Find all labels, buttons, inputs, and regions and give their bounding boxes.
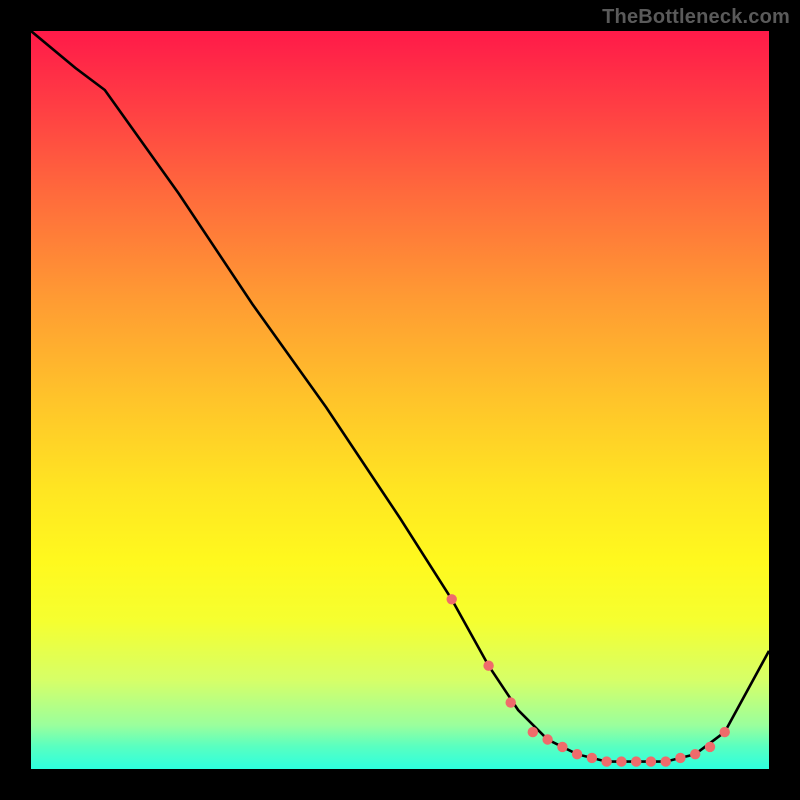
curve-line bbox=[31, 31, 769, 762]
curve-marker bbox=[557, 742, 567, 752]
curve-marker bbox=[616, 756, 626, 766]
curve-marker bbox=[587, 753, 597, 763]
plot-area bbox=[31, 31, 769, 769]
curve-line-group bbox=[31, 31, 769, 762]
curve-marker bbox=[720, 727, 730, 737]
watermark-text: TheBottleneck.com bbox=[602, 6, 790, 29]
curve-marker bbox=[572, 749, 582, 759]
curve-marker bbox=[483, 661, 493, 671]
curve-marker bbox=[601, 756, 611, 766]
curve-marker bbox=[447, 594, 457, 604]
curve-marker bbox=[631, 756, 641, 766]
curve-svg bbox=[31, 31, 769, 769]
chart-frame: TheBottleneck.com bbox=[0, 0, 800, 800]
curve-marker bbox=[542, 734, 552, 744]
curve-marker bbox=[506, 697, 516, 707]
curve-marker bbox=[661, 756, 671, 766]
marker-group bbox=[447, 594, 730, 767]
curve-marker bbox=[675, 753, 685, 763]
curve-marker bbox=[705, 742, 715, 752]
curve-marker bbox=[646, 756, 656, 766]
curve-marker bbox=[690, 749, 700, 759]
curve-marker bbox=[528, 727, 538, 737]
